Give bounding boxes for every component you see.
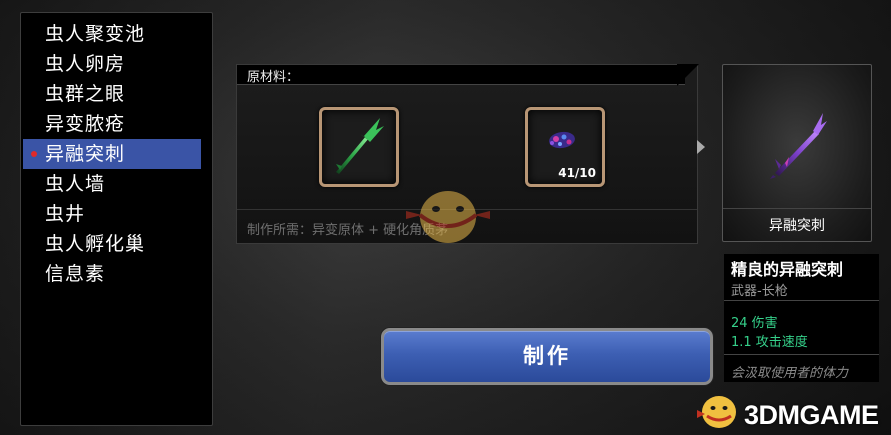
recipe-item-selected[interactable]: 异融突刺	[23, 139, 201, 169]
recipe-item-label: 虫人孵化巢	[45, 233, 146, 255]
material-slot[interactable]: 41/10	[525, 107, 605, 187]
recipe-item-label: 虫人墙	[45, 173, 106, 195]
recipe-item[interactable]: 虫人聚变池	[23, 19, 201, 49]
recipe-item[interactable]: 信息素	[23, 259, 201, 289]
result-preview: 异融突刺	[722, 64, 872, 242]
result-name: 异融突刺	[769, 218, 825, 234]
recipe-item-label: 虫人聚变池	[45, 23, 146, 45]
recipe-list[interactable]: 虫人聚变池 虫人卵房 虫群之眼 异变脓疮 异融突刺 虫人墙 虫井 虫人孵化巢 信…	[20, 12, 213, 426]
arrow-right-icon	[697, 140, 705, 154]
craft-button[interactable]: 制作	[381, 328, 713, 385]
materials-header: 原材料：	[237, 65, 685, 85]
item-description: 会汲取使用者的体力	[731, 366, 849, 381]
header-tail	[677, 64, 699, 86]
divider	[724, 354, 879, 355]
recipe-item-label: 信息素	[45, 263, 106, 285]
mascot-watermark-icon	[406, 191, 490, 243]
recipe-item[interactable]: 虫人卵房	[23, 49, 201, 79]
materials-title: 原材料：	[247, 70, 300, 85]
selected-indicator-icon	[31, 151, 37, 157]
recipe-item[interactable]: 虫井	[23, 199, 201, 229]
item-name: 精良的异融突刺	[731, 260, 844, 279]
green-spear-icon	[336, 118, 384, 174]
recipe-item-label: 异融突刺	[45, 143, 126, 165]
recipe-item-label: 虫井	[45, 203, 86, 225]
purple-spear-icon	[770, 113, 827, 179]
material-count: 41/10	[558, 166, 596, 180]
damage-stat: 24 伤害	[731, 316, 778, 331]
recipe-item[interactable]: 异变脓疮	[23, 109, 201, 139]
material-slot[interactable]	[319, 107, 399, 187]
attack-speed-stat: 1.1 攻击速度	[731, 335, 808, 350]
item-info-panel: 精良的异融突刺 武器-长枪 24 伤害 1.1 攻击速度 会汲取使用者的体力	[724, 254, 879, 382]
item-type: 武器-长枪	[731, 284, 788, 299]
recipe-item[interactable]: 虫群之眼	[23, 79, 201, 109]
recipe-item-label: 虫人卵房	[45, 53, 126, 75]
divider	[723, 208, 871, 209]
watermark-text: 3DMGAME	[744, 400, 879, 430]
recipe-item-label: 异变脓疮	[45, 113, 126, 135]
recipe-item[interactable]: 虫人墙	[23, 169, 201, 199]
recipe-item[interactable]: 虫人孵化巢	[23, 229, 201, 259]
3dmgame-logo-icon	[697, 396, 736, 428]
divider	[724, 300, 879, 301]
recipe-item-label: 虫群之眼	[45, 83, 126, 105]
